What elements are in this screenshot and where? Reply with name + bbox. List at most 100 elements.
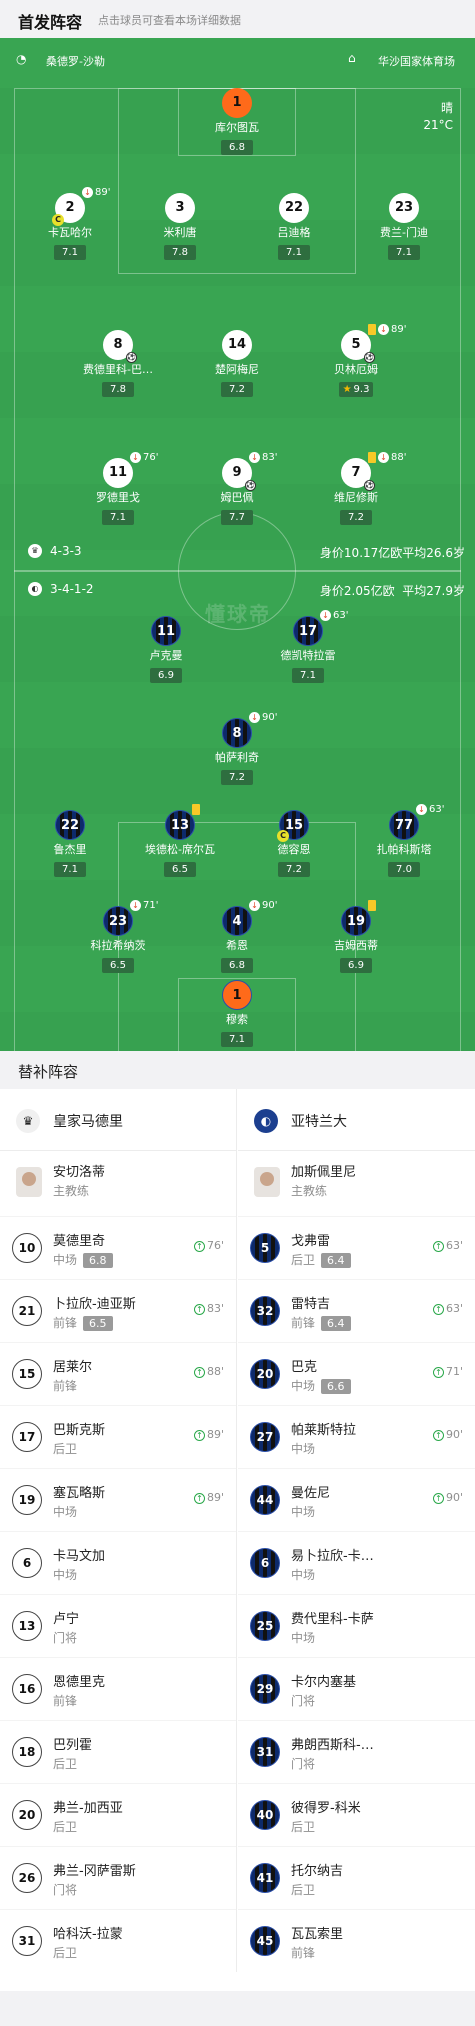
sub-off-minute: 90' <box>262 900 278 911</box>
sub-player-row[interactable]: 6 易卜拉欣-卡… 中场 <box>238 1531 475 1594</box>
sub-on-minute: 83' <box>206 1302 224 1315</box>
sub-player-row[interactable]: 32 雷特吉 前锋 6.4 ↑ 63' <box>238 1279 475 1342</box>
sub-player-position: 前锋 6.4 <box>291 1314 351 1331</box>
sub-player-name: 居莱尔 <box>53 1360 93 1375</box>
ball-icon: ⚽ <box>364 352 375 363</box>
sub-player-row[interactable]: 20 弗兰-加西亚 后卫 <box>0 1783 236 1846</box>
home-team-row[interactable]: ♛ 皇家马德里 <box>0 1089 236 1151</box>
sub-player-row[interactable]: 16 恩德里克 前锋 <box>0 1657 236 1720</box>
player-rating: 7.1 <box>54 862 86 877</box>
sub-player-row[interactable]: 31 哈科沃-拉蒙 后卫 <box>0 1909 236 1972</box>
player-rating-value: 9.3 <box>353 384 370 395</box>
player-number: 14 <box>227 337 247 352</box>
weather-info: 晴 21°C <box>423 100 453 134</box>
position-text: 后卫 <box>53 1757 78 1771</box>
away-player[interactable]: 19 吉姆西蒂 6.9 <box>296 900 416 973</box>
home-player[interactable]: 23 费兰-门迪 7.1 <box>344 193 464 260</box>
player-rating-value: 7.1 <box>110 512 126 523</box>
atalanta-crest-icon: ◐ <box>28 582 42 596</box>
sub-player-row[interactable]: 29 卡尔内塞基 门将 <box>238 1657 475 1720</box>
player-name: 埃德松-席尔瓦 <box>145 843 215 856</box>
away-player[interactable]: 23 ↓ 71' 科拉希纳茨 6.5 <box>58 900 178 973</box>
player-number-badge: 20 <box>12 1800 42 1830</box>
away-player[interactable]: 11 卢克曼 6.9 <box>106 616 226 683</box>
sub-player-row[interactable]: 5 戈弗雷 后卫 6.4 ↑ 63' <box>238 1216 475 1279</box>
sub-player-row[interactable]: 21 卜拉欣-迪亚斯 前锋 6.5 ↑ 83' <box>0 1279 236 1342</box>
player-number-badge: 9 ⚽ <box>222 458 256 491</box>
home-team-name: 皇家马德里 <box>53 1114 123 1130</box>
sub-off-icon: ↓ <box>249 452 260 463</box>
player-events: ↓ 83' <box>249 452 277 463</box>
position-text: 后卫 <box>53 1820 78 1834</box>
sub-off-minute: 63' <box>429 804 445 815</box>
home-player[interactable]: 5 ⚽ ↓ 89' 贝林厄姆 ★ 9.3 <box>296 324 416 397</box>
player-number-badge: 40 <box>250 1800 280 1830</box>
home-player[interactable]: 11 ↓ 76' 罗德里戈 7.1 <box>58 452 178 525</box>
player-number-badge: 26 <box>12 1863 42 1893</box>
player-name: 穆索 <box>226 1013 248 1026</box>
sub-player-row[interactable]: 26 弗兰-冈萨雷斯 门将 <box>0 1846 236 1909</box>
home-player[interactable]: 22 吕迪格 7.1 <box>234 193 354 260</box>
sub-player-position: 中场 <box>291 1566 315 1583</box>
sub-player-name: 托尔纳吉 <box>291 1864 344 1879</box>
sub-on-time: ↑ 71' <box>432 1365 463 1378</box>
away-player[interactable]: 13 埃德松-席尔瓦 6.5 <box>120 804 240 877</box>
home-player[interactable]: 3 米利唐 7.8 <box>120 193 240 260</box>
home-player[interactable]: 9 ⚽ ↓ 83' 姆巴佩 7.7 <box>177 452 297 525</box>
player-name: 维尼修斯 <box>334 491 378 504</box>
player-number: 22 <box>60 818 80 833</box>
whistle-icon: ◔ <box>16 52 27 66</box>
sub-player-row[interactable]: 27 帕莱斯特拉 中场 ↑ 90' <box>238 1405 475 1468</box>
away-player[interactable]: 77 ↓ 63' 扎帕科斯塔 7.0 <box>344 804 464 877</box>
away-team-row[interactable]: ◐ 亚特兰大 <box>238 1089 475 1151</box>
sub-on-icon: ↑ <box>193 1304 205 1315</box>
sub-player-row[interactable]: 40 彼得罗-科米 后卫 <box>238 1783 475 1846</box>
away-value-text: 身价2.05亿欧 <box>319 584 395 598</box>
player-rating: 7.8 <box>102 382 134 397</box>
sub-player-name: 卡马文加 <box>53 1549 106 1564</box>
away-player[interactable]: 1 穆索 7.1 <box>177 980 297 1047</box>
away-player[interactable]: 15 C 德容恩 7.2 <box>234 810 354 877</box>
sub-player-row[interactable]: 19 塞瓦略斯 中场 ↑ 89' <box>0 1468 236 1531</box>
player-rating: 6.5 <box>102 958 134 973</box>
sub-player-rating: 6.8 <box>83 1253 113 1268</box>
away-subs-column: ◐ 亚特兰大 加斯佩里尼 主教练 5 戈弗雷 后卫 6.4 ↑ 63' 32 雷特吉 前锋 6.4… <box>238 1089 475 1972</box>
sub-player-row[interactable]: 17 巴斯克斯 后卫 ↑ 89' <box>0 1405 236 1468</box>
away-value: 身价2.05亿欧 平均27.9岁 <box>320 582 465 599</box>
away-coach-row[interactable]: 加斯佩里尼 主教练 <box>238 1151 475 1216</box>
real-madrid-crest-icon: ♛ <box>28 544 42 558</box>
player-number: 9 <box>232 465 242 480</box>
sub-player-name: 帕莱斯特拉 <box>291 1423 357 1438</box>
home-player[interactable]: 2 C ↓ 89' 卡瓦哈尔 7.1 <box>10 187 130 260</box>
sub-on-minute: 89' <box>206 1491 224 1504</box>
real-madrid-logo-icon: ♛ <box>16 1109 40 1133</box>
player-name: 扎帕科斯塔 <box>376 843 432 856</box>
sub-player-row[interactable]: 13 卢宁 门将 <box>0 1594 236 1657</box>
sub-player-row[interactable]: 6 卡马文加 中场 <box>0 1531 236 1594</box>
home-coach-row[interactable]: 安切洛蒂 主教练 <box>0 1151 236 1216</box>
sub-player-row[interactable]: 10 莫德里奇 中场 6.8 ↑ 76' <box>0 1216 236 1279</box>
away-player[interactable]: 8 ↓ 90' 帕萨利奇 7.2 <box>177 712 297 785</box>
sub-player-row[interactable]: 25 费代里科-卡萨 中场 <box>238 1594 475 1657</box>
sub-player-row[interactable]: 41 托尔纳吉 后卫 <box>238 1846 475 1909</box>
sub-off-icon: ↓ <box>416 804 427 815</box>
sub-player-row[interactable]: 18 巴列霍 后卫 <box>0 1720 236 1783</box>
away-player[interactable]: 4 ↓ 90' 希恩 6.8 <box>177 900 297 973</box>
away-team-summary: ◐ 3-4-1-2 身价2.05亿欧 平均27.9岁 <box>0 580 475 600</box>
sub-player-position: 中场 <box>291 1440 315 1457</box>
sub-player-row[interactable]: 31 弗朗西斯科-… 门将 <box>238 1720 475 1783</box>
player-number-badge: 31 <box>12 1926 42 1956</box>
sub-player-row[interactable]: 15 居莱尔 前锋 ↑ 88' <box>0 1342 236 1405</box>
away-player[interactable]: 17 ↓ 63' 德凯特拉雷 7.1 <box>248 610 368 683</box>
sub-player-row[interactable]: 44 曼佐尼 中场 ↑ 90' <box>238 1468 475 1531</box>
home-player[interactable]: 1 库尔图瓦 6.8 <box>177 88 297 155</box>
home-player[interactable]: 14 楚阿梅尼 7.2 <box>177 330 297 397</box>
sub-player-row[interactable]: 20 巴克 中场 6.6 ↑ 71' <box>238 1342 475 1405</box>
away-player[interactable]: 22 鲁杰里 7.1 <box>10 810 130 877</box>
player-number-badge: 25 <box>250 1611 280 1641</box>
player-number-badge: 23 <box>389 193 419 223</box>
home-player[interactable]: 7 ⚽ ↓ 88' 维尼修斯 7.2 <box>296 452 416 525</box>
home-player[interactable]: 8 ⚽ 费德里科-巴… 7.8 <box>58 330 178 397</box>
player-number-badge: 32 <box>250 1296 280 1326</box>
sub-player-row[interactable]: 45 瓦瓦索里 前锋 <box>238 1909 475 1972</box>
